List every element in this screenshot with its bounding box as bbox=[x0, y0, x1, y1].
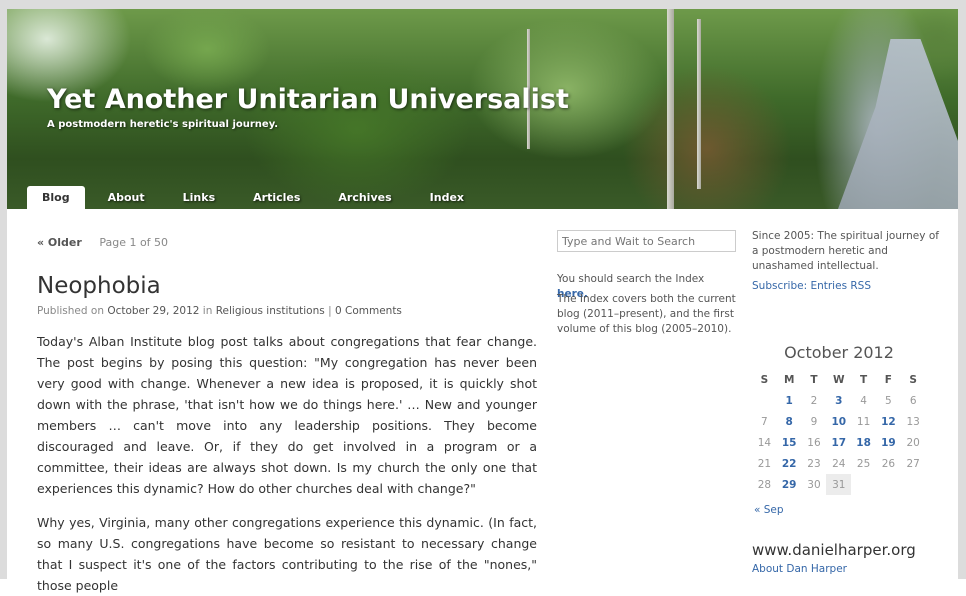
calendar-empty-cell bbox=[901, 474, 926, 495]
calendar-day[interactable]: 10 bbox=[826, 411, 851, 432]
tree-trunk-decoration bbox=[667, 9, 674, 209]
calendar-day[interactable]: 18 bbox=[851, 432, 876, 453]
calendar-day[interactable]: 3 bbox=[826, 390, 851, 411]
calendar-day: 2 bbox=[810, 394, 818, 407]
post-comments-link[interactable]: 0 Comments bbox=[335, 305, 402, 317]
calendar-day: 9 bbox=[810, 415, 818, 428]
calendar-day: 16 bbox=[807, 436, 821, 449]
nav-tab-links[interactable]: Links bbox=[168, 186, 230, 209]
nav-tab-about[interactable]: About bbox=[93, 186, 160, 209]
calendar-week: 1234 5 6 bbox=[752, 390, 926, 411]
calendar-day: 14 bbox=[757, 436, 772, 449]
post-paragraph: Today's Alban Institute blog post talks … bbox=[37, 334, 537, 496]
calendar-day: 28 bbox=[757, 478, 772, 491]
sidebar-about-text: Since 2005: The spiritual journey of a p… bbox=[752, 230, 939, 272]
calendar-day: 5 bbox=[885, 394, 892, 407]
calendar-week: 14 15 16 17 18 19 20 bbox=[752, 432, 926, 453]
calendar-weekday: T bbox=[810, 373, 818, 386]
calendar-day: 7 bbox=[761, 415, 768, 428]
calendar-day[interactable]: 22 bbox=[777, 453, 802, 474]
meta-in: in bbox=[202, 305, 213, 317]
calendar-empty-cell bbox=[851, 474, 876, 495]
calendar-weekday: S bbox=[909, 373, 917, 386]
window-frame-left bbox=[0, 0, 7, 579]
calendar-day: 26 bbox=[881, 457, 896, 470]
calendar-day[interactable]: 8 bbox=[777, 411, 802, 432]
calendar-caption: October 2012 bbox=[784, 343, 894, 362]
calendar-empty-cell bbox=[752, 390, 777, 411]
calendar-day: 24 bbox=[832, 457, 846, 470]
search-note: The Index covers both the current blog (… bbox=[557, 293, 736, 335]
calendar-day: 30 bbox=[807, 478, 821, 491]
calendar-day: 13 bbox=[906, 415, 920, 428]
calendar-day: 23 bbox=[807, 457, 821, 470]
calendar-day: 31 bbox=[826, 474, 852, 495]
calendar-weekday: M bbox=[783, 373, 795, 386]
calendar-week: 28 29 30 31 bbox=[752, 474, 926, 495]
calendar-day[interactable]: 17 bbox=[826, 432, 851, 453]
calendar-day: 27 bbox=[906, 457, 920, 470]
calendar-day[interactable]: 19 bbox=[876, 432, 901, 453]
site-tagline: A postmodern heretic's spiritual journey… bbox=[47, 119, 279, 130]
nav-tab-index[interactable]: Index bbox=[415, 186, 479, 209]
search-input[interactable] bbox=[557, 230, 736, 252]
calendar-weekday: T bbox=[860, 373, 868, 386]
calendar-day[interactable]: 1 bbox=[777, 390, 802, 411]
post-title[interactable]: Neophobia bbox=[37, 273, 161, 299]
window-frame-top bbox=[0, 0, 966, 9]
site-header: Yet Another Unitarian Universalist A pos… bbox=[7, 9, 958, 209]
calendar-day: 25 bbox=[856, 457, 871, 470]
calendar: SMTWTFS 1 2 3 4 5 6 7 8 9 10 11 12 13 14 15 16 17 18 19 20 2… bbox=[752, 369, 926, 495]
nav-tab-archives[interactable]: Archives bbox=[323, 186, 406, 209]
calendar-day: 21 bbox=[757, 457, 772, 470]
window-frame-right bbox=[958, 0, 966, 579]
post-meta: Published on October 29, 2012 in Religio… bbox=[37, 305, 402, 317]
calendar-prev-month-link[interactable]: « Sep bbox=[754, 504, 784, 516]
post-paragraph: Why yes, Virginia, many other congregati… bbox=[37, 515, 537, 593]
meta-prefix: Published on bbox=[37, 305, 104, 317]
calendar-weekday: F bbox=[884, 373, 892, 386]
older-posts-link[interactable]: « Older bbox=[37, 236, 82, 249]
calendar-day[interactable]: 12 bbox=[876, 411, 901, 432]
calendar-day: 6 bbox=[909, 394, 917, 407]
pagination: « Older Page 1 of 50 bbox=[37, 236, 168, 249]
calendar-week: 7 8 9 10 11 12 13 bbox=[752, 411, 926, 432]
site-title[interactable]: Yet Another Unitarian Universalist bbox=[47, 84, 569, 115]
nav-tab-blog[interactable]: Blog bbox=[27, 186, 85, 209]
calendar-weekday: W bbox=[832, 373, 845, 386]
calendar-day[interactable]: 29 bbox=[777, 474, 802, 495]
calendar-day[interactable]: 15 bbox=[777, 432, 802, 453]
post-date-link[interactable]: October 29, 2012 bbox=[107, 305, 199, 317]
search-hint-text: You should search the Index bbox=[557, 273, 705, 285]
trail-decoration bbox=[838, 39, 958, 209]
calendar-week: 21 22 23 24 25 26 27 bbox=[752, 453, 926, 474]
about-dan-harper-link[interactable]: About Dan Harper bbox=[752, 563, 847, 575]
meta-separator: | bbox=[328, 305, 332, 317]
nav-tab-articles[interactable]: Articles bbox=[238, 186, 315, 209]
post-category-link[interactable]: Religious institutions bbox=[216, 305, 325, 317]
tree-trunk-decoration bbox=[697, 19, 701, 189]
calendar-empty-cell bbox=[876, 474, 901, 495]
calendar-day: 4 bbox=[860, 394, 867, 407]
calendar-weekday: S bbox=[760, 373, 769, 386]
calendar-day: 11 bbox=[856, 415, 871, 428]
footer-site-name: www.danielharper.org bbox=[752, 541, 916, 559]
main-nav: Blog About Links Articles Archives Index bbox=[27, 186, 487, 209]
calendar-day: 20 bbox=[906, 436, 920, 449]
page-count: Page 1 of 50 bbox=[99, 236, 169, 249]
subscribe-rss-link[interactable]: Subscribe: Entries RSS bbox=[752, 280, 871, 292]
